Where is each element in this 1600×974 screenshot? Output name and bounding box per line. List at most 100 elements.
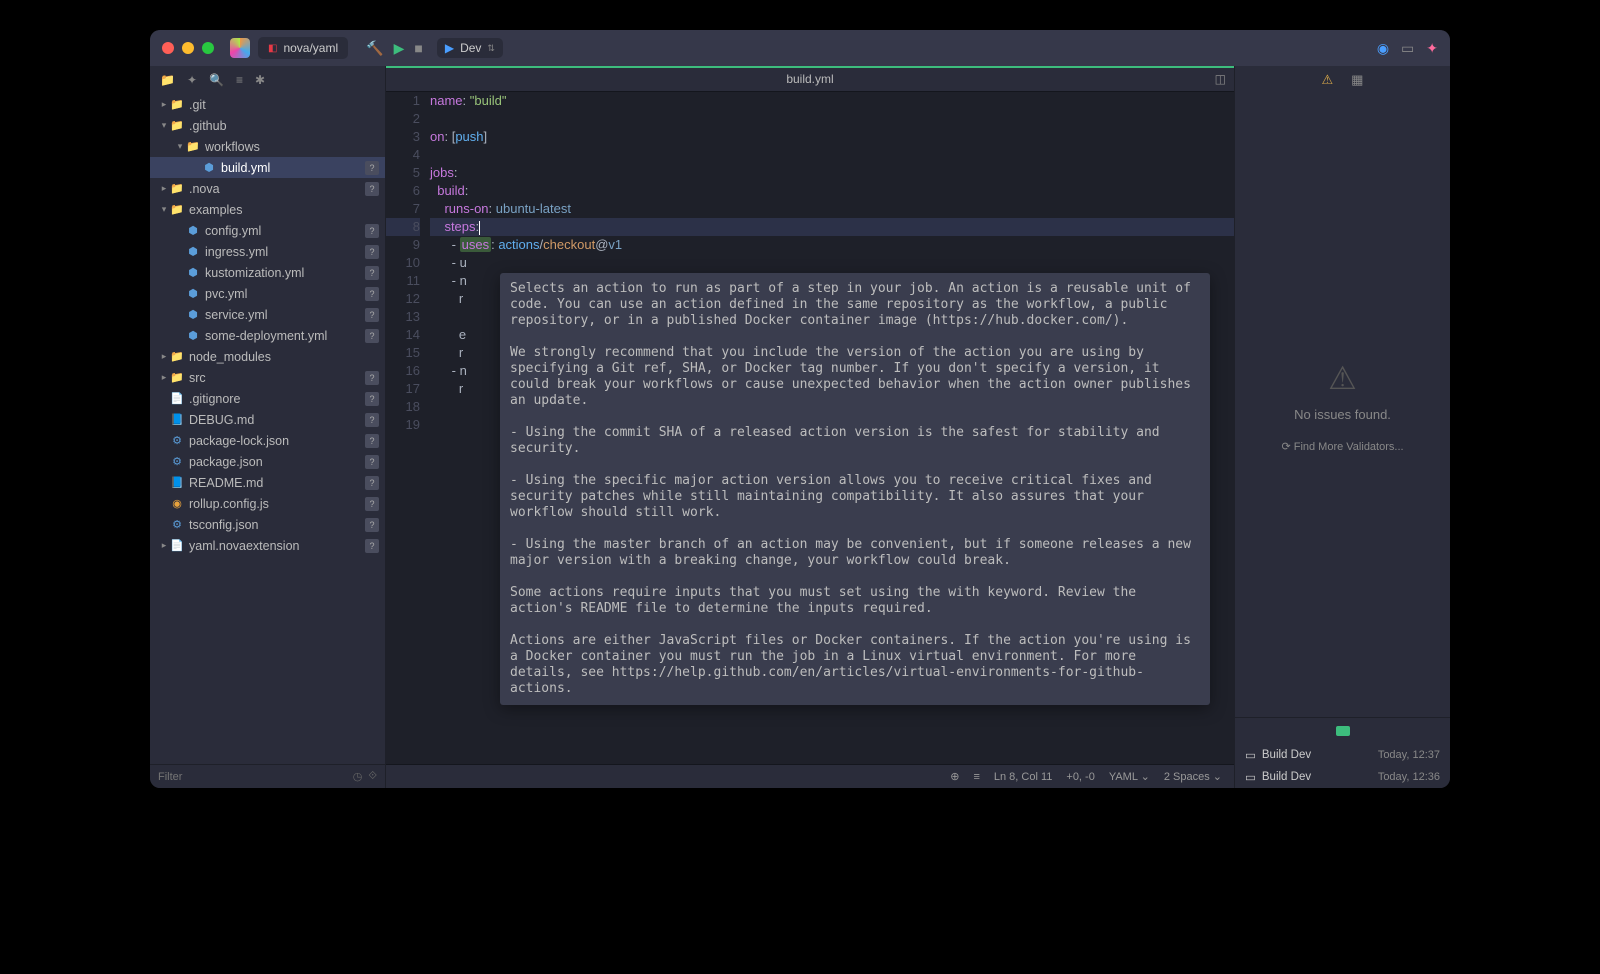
- filter-bar: ◷ ⟐: [150, 764, 385, 788]
- file-tree-node[interactable]: 📘DEBUG.md?: [150, 409, 385, 430]
- file-tree-node[interactable]: ▸📁src?: [150, 367, 385, 388]
- project-tab[interactable]: ◧ nova/yaml: [258, 37, 348, 59]
- file-tree-node[interactable]: ▸📄yaml.novaextension?: [150, 535, 385, 556]
- file-name: ingress.yml: [205, 245, 268, 259]
- file-tree-node[interactable]: ▾📁examples: [150, 199, 385, 220]
- file-icon: 📁: [170, 98, 184, 111]
- file-tree-node[interactable]: 📘README.md?: [150, 472, 385, 493]
- task-timestamp: Today, 12:37: [1378, 749, 1440, 761]
- status-badge: ?: [365, 308, 379, 322]
- file-tree-node[interactable]: ⬢pvc.yml?: [150, 283, 385, 304]
- status-icon-1[interactable]: ⊕: [950, 770, 959, 783]
- issues-tab-icon[interactable]: ⚠: [1322, 72, 1334, 88]
- file-icon: 📁: [170, 203, 184, 216]
- file-tree[interactable]: ▸📁.git▾📁.github▾📁workflows⬢build.yml?▸📁.…: [150, 94, 385, 764]
- file-icon: ⚙: [170, 434, 184, 447]
- file-icon: ⚙: [170, 518, 184, 531]
- file-tree-node[interactable]: ⚙package.json?: [150, 451, 385, 472]
- settings-icon[interactable]: ⟐: [368, 770, 377, 783]
- indent-mode[interactable]: 2 Spaces ⌄: [1164, 770, 1222, 783]
- stop-icon[interactable]: ■: [414, 40, 422, 57]
- file-tree-node[interactable]: 📄 .gitignore?: [150, 388, 385, 409]
- clips-tool-icon[interactable]: ✱: [255, 73, 265, 87]
- folder-tool-icon[interactable]: 📁: [160, 73, 175, 87]
- language-mode[interactable]: YAML ⌄: [1109, 770, 1150, 783]
- find-validators-link[interactable]: ⟳ Find More Validators...: [1281, 440, 1403, 453]
- hover-tooltip: Selects an action to run as part of a st…: [500, 273, 1210, 705]
- run-config-selector[interactable]: ▶ Dev ⇅: [437, 38, 503, 58]
- line-gutter: 12345678910111213141516171819: [386, 92, 430, 764]
- filter-input[interactable]: [158, 771, 353, 783]
- file-tree-node[interactable]: ▾📁workflows: [150, 136, 385, 157]
- scm-tool-icon[interactable]: ✦: [187, 73, 197, 87]
- file-name: .gitignore: [189, 392, 240, 406]
- status-badge: ?: [365, 329, 379, 343]
- file-icon: 📄: [170, 392, 184, 405]
- clock-icon[interactable]: ◷: [353, 770, 363, 783]
- task-item[interactable]: ▭Build DevToday, 12:37: [1235, 744, 1450, 766]
- build-icon[interactable]: 🔨: [366, 40, 383, 57]
- file-tree-node[interactable]: ⬢ ingress.yml?: [150, 241, 385, 262]
- grid-tab-icon[interactable]: ▦: [1351, 72, 1363, 88]
- close-window-button[interactable]: [162, 42, 174, 54]
- file-name: kustomization.yml: [205, 266, 304, 280]
- status-badge: ?: [365, 245, 379, 259]
- app-icon: [230, 38, 250, 58]
- task-name: Build Dev: [1262, 749, 1311, 761]
- file-tree-node[interactable]: ▸📁.git: [150, 94, 385, 115]
- status-badge: ?: [365, 413, 379, 427]
- status-badge: ?: [365, 392, 379, 406]
- minimize-window-button[interactable]: [182, 42, 194, 54]
- add-icon[interactable]: ✦: [1426, 40, 1438, 57]
- file-name: node_modules: [189, 350, 271, 364]
- file-name: pvc.yml: [205, 287, 247, 301]
- file-name: .github: [189, 119, 227, 133]
- file-tree-node[interactable]: ⬢service.yml?: [150, 304, 385, 325]
- file-icon: 📘: [170, 476, 184, 489]
- preview-icon[interactable]: ◉: [1377, 40, 1389, 57]
- zoom-window-button[interactable]: [202, 42, 214, 54]
- file-icon: 📁: [170, 119, 184, 132]
- file-name: README.md: [189, 476, 263, 490]
- run-icon[interactable]: ▶: [394, 40, 405, 57]
- status-badge: ?: [365, 161, 379, 175]
- task-run-icon: ▭: [1245, 770, 1256, 784]
- status-icon-2[interactable]: ≡: [973, 771, 979, 783]
- file-tree-node[interactable]: ⚙package-lock.json?: [150, 430, 385, 451]
- sidebar-toolbar: 📁 ✦ 🔍 ≡ ✱: [150, 66, 385, 94]
- file-tree-node[interactable]: ⬢some-deployment.yml?: [150, 325, 385, 346]
- status-badge: ?: [365, 287, 379, 301]
- editor-tab-filename[interactable]: build.yml: [786, 72, 833, 86]
- file-tree-node[interactable]: ⬢config.yml?: [150, 220, 385, 241]
- file-tree-node[interactable]: ⬢build.yml?: [150, 157, 385, 178]
- issues-panel: ⚠ No issues found. ⟳ Find More Validator…: [1235, 94, 1450, 717]
- status-badge: ?: [365, 224, 379, 238]
- search-tool-icon[interactable]: 🔍: [209, 73, 224, 87]
- outline-tool-icon[interactable]: ≡: [236, 73, 243, 87]
- split-editor-icon[interactable]: ◫: [1215, 72, 1226, 86]
- editor-pane: build.yml ◫ 1234567891011121314151617181…: [386, 66, 1234, 788]
- file-name: package.json: [189, 455, 263, 469]
- file-tree-node[interactable]: ◉rollup.config.js?: [150, 493, 385, 514]
- file-tree-node[interactable]: ▸📁.nova?: [150, 178, 385, 199]
- tasks-header[interactable]: [1235, 718, 1450, 744]
- status-badge: ?: [365, 434, 379, 448]
- task-name: Build Dev: [1262, 771, 1311, 783]
- status-badge: ?: [365, 518, 379, 532]
- panel-icon[interactable]: ▭: [1401, 40, 1414, 57]
- task-item[interactable]: ▭Build DevToday, 12:36: [1235, 766, 1450, 788]
- file-tree-node[interactable]: ⚙tsconfig.json?: [150, 514, 385, 535]
- cursor-position[interactable]: Ln 8, Col 11: [994, 771, 1053, 783]
- titlebar: ◧ nova/yaml 🔨 ▶ ■ ▶ Dev ⇅ ◉ ▭ ✦: [150, 30, 1450, 66]
- file-name: .git: [189, 98, 206, 112]
- chevron-icon: ▾: [174, 141, 186, 152]
- run-config-name: Dev: [460, 41, 481, 55]
- project-icon: ◧: [268, 43, 277, 54]
- file-tree-node[interactable]: ⬢kustomization.yml?: [150, 262, 385, 283]
- file-tree-node[interactable]: ▸📁node_modules: [150, 346, 385, 367]
- file-tree-node[interactable]: ▾📁.github: [150, 115, 385, 136]
- file-name: DEBUG.md: [189, 413, 254, 427]
- code-area[interactable]: 12345678910111213141516171819 name: "bui…: [386, 92, 1234, 764]
- file-icon: 📁: [170, 371, 184, 384]
- file-icon: ⬢: [186, 245, 200, 258]
